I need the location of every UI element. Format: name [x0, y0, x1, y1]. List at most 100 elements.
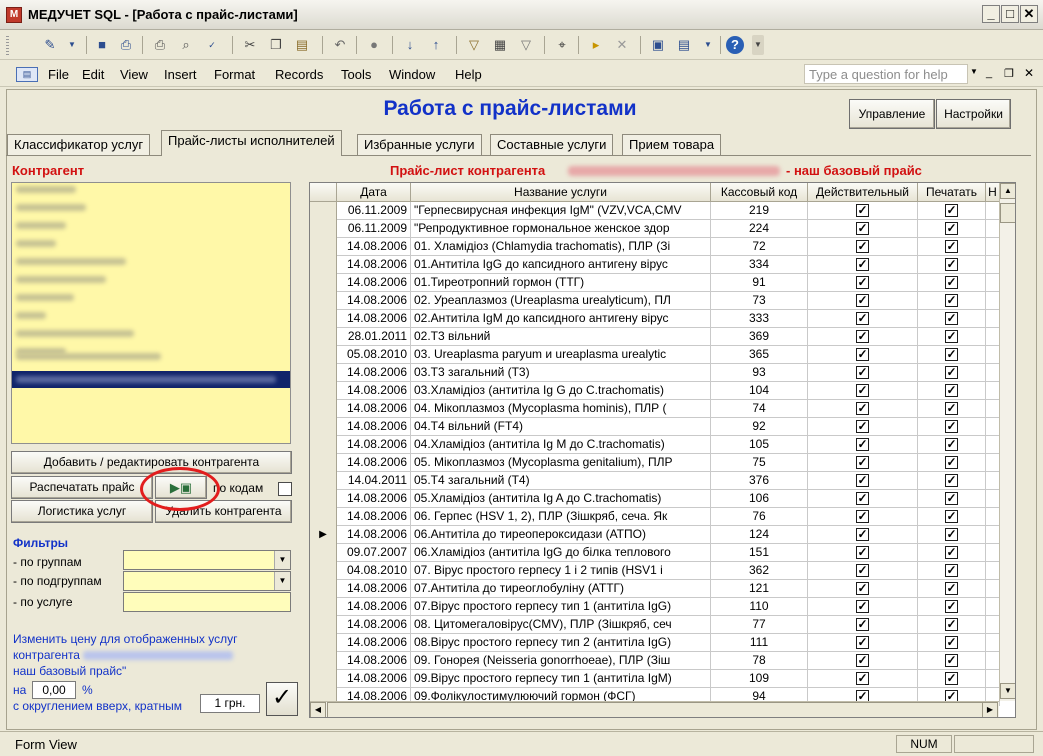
- cell-n[interactable]: [986, 436, 1000, 454]
- cell-service[interactable]: 01. Хламідіоз (Chlamydia trachomatis), П…: [411, 238, 711, 256]
- print-checkbox[interactable]: ✓: [945, 420, 958, 433]
- table-row[interactable]: 14.08.2006 01.Антитіла IgG до капсидного …: [310, 256, 1000, 274]
- row-selector[interactable]: [310, 616, 337, 634]
- cell-code[interactable]: 369: [711, 328, 808, 346]
- cell-code[interactable]: 77: [711, 616, 808, 634]
- cell-date[interactable]: 14.08.2006: [337, 454, 411, 472]
- valid-checkbox[interactable]: ✓: [856, 240, 869, 253]
- print-checkbox[interactable]: ✓: [945, 438, 958, 451]
- cell-n[interactable]: [986, 562, 1000, 580]
- menu-edit[interactable]: Edit: [82, 67, 104, 82]
- database-window-icon[interactable]: ▣: [648, 35, 668, 55]
- row-selector[interactable]: [310, 238, 337, 256]
- filter-by-form-icon[interactable]: ▦: [490, 35, 510, 55]
- cell-service[interactable]: 03.Т3 загальний (Т3): [411, 364, 711, 382]
- tab-performer-pricelists[interactable]: Прайс-листы исполнителей: [161, 130, 342, 156]
- valid-checkbox[interactable]: ✓: [856, 420, 869, 433]
- save-icon[interactable]: ■: [92, 35, 112, 55]
- view-dropdown-icon[interactable]: ▼: [62, 35, 82, 55]
- manage-button[interactable]: Управление: [849, 99, 935, 129]
- cell-code[interactable]: 110: [711, 598, 808, 616]
- valid-checkbox[interactable]: ✓: [856, 600, 869, 613]
- table-row[interactable]: 04.08.2010 07. Вірус простого герпесу 1 і…: [310, 562, 1000, 580]
- cell-code[interactable]: 105: [711, 436, 808, 454]
- row-selector[interactable]: [310, 508, 337, 526]
- column-header-print[interactable]: Печатать: [918, 183, 986, 202]
- row-selector[interactable]: [310, 670, 337, 688]
- tab-favorite-services[interactable]: Избранные услуги: [357, 134, 482, 155]
- cell-date[interactable]: 14.08.2006: [337, 400, 411, 418]
- file-search-icon[interactable]: ⎙: [116, 35, 136, 55]
- tab-goods-receipt[interactable]: Прием товара: [622, 134, 722, 155]
- help-box-dropdown-icon[interactable]: ▼: [970, 67, 978, 76]
- cell-n[interactable]: [986, 634, 1000, 652]
- cell-n[interactable]: [986, 508, 1000, 526]
- valid-checkbox[interactable]: ✓: [856, 438, 869, 451]
- app-icon[interactable]: M: [6, 7, 22, 23]
- row-selector[interactable]: [310, 544, 337, 562]
- cell-n[interactable]: [986, 292, 1000, 310]
- row-selector-header[interactable]: [310, 183, 337, 202]
- cell-date[interactable]: 14.08.2006: [337, 310, 411, 328]
- row-selector[interactable]: [310, 220, 337, 238]
- cell-date[interactable]: 14.08.2006: [337, 418, 411, 436]
- cell-code[interactable]: 76: [711, 508, 808, 526]
- column-header-code[interactable]: Кассовый код: [711, 183, 808, 202]
- print-checkbox[interactable]: ✓: [945, 294, 958, 307]
- print-checkbox[interactable]: ✓: [945, 384, 958, 397]
- list-item[interactable]: [16, 258, 126, 265]
- cell-n[interactable]: [986, 652, 1000, 670]
- cell-date[interactable]: 14.08.2006: [337, 490, 411, 508]
- sort-descending-icon[interactable]: ↑: [426, 35, 446, 55]
- print-checkbox[interactable]: ✓: [945, 204, 958, 217]
- cell-n[interactable]: [986, 670, 1000, 688]
- column-header-n[interactable]: Н: [986, 183, 1000, 202]
- cell-n[interactable]: [986, 202, 1000, 220]
- office-links-icon[interactable]: ●: [364, 35, 384, 55]
- find-icon[interactable]: ⌖: [552, 35, 572, 55]
- print-checkbox[interactable]: ✓: [945, 276, 958, 289]
- cell-service[interactable]: 02.Т3 вільний: [411, 328, 711, 346]
- cell-service[interactable]: 07.Вірус простого герпесу тип 1 (антитіл…: [411, 598, 711, 616]
- cell-code[interactable]: 104: [711, 382, 808, 400]
- print-checkbox[interactable]: ✓: [945, 222, 958, 235]
- cut-icon[interactable]: ✂: [240, 35, 260, 55]
- cell-n[interactable]: [986, 220, 1000, 238]
- cell-date[interactable]: 14.08.2006: [337, 292, 411, 310]
- cell-n[interactable]: [986, 490, 1000, 508]
- cell-date[interactable]: 09.07.2007: [337, 544, 411, 562]
- cell-code[interactable]: 365: [711, 346, 808, 364]
- tab-composite-services[interactable]: Составные услуги: [490, 134, 614, 155]
- row-selector[interactable]: [310, 652, 337, 670]
- list-item[interactable]: [16, 330, 134, 337]
- table-row[interactable]: 14.08.2006 05. Мікоплазмоз (Mycoplasma ge…: [310, 454, 1000, 472]
- scroll-thumb[interactable]: [1000, 203, 1015, 223]
- menu-format[interactable]: Format: [214, 67, 255, 82]
- row-selector[interactable]: [310, 328, 337, 346]
- print-checkbox[interactable]: ✓: [945, 672, 958, 685]
- table-row[interactable]: 14.08.2006 05.Хламідіоз (антитіла Ig A до…: [310, 490, 1000, 508]
- cell-n[interactable]: [986, 364, 1000, 382]
- cell-service[interactable]: 01.Тиреотропний гормон (ТТГ): [411, 274, 711, 292]
- cell-n[interactable]: [986, 418, 1000, 436]
- cell-service[interactable]: 06.Антитіла до тиреопероксидази (АТПО): [411, 526, 711, 544]
- row-selector[interactable]: [310, 346, 337, 364]
- table-row[interactable]: 14.08.2006 09. Гонорея (Neisseria gonorrh…: [310, 652, 1000, 670]
- valid-checkbox[interactable]: ✓: [856, 222, 869, 235]
- menu-help[interactable]: Help: [455, 67, 482, 82]
- row-selector[interactable]: [310, 292, 337, 310]
- cell-date[interactable]: 14.08.2006: [337, 436, 411, 454]
- cell-service[interactable]: 05. Мікоплазмоз (Mycoplasma genitalium),…: [411, 454, 711, 472]
- row-selector[interactable]: [310, 472, 337, 490]
- menu-tools[interactable]: Tools: [341, 67, 371, 82]
- print-checkbox[interactable]: ✓: [945, 348, 958, 361]
- vertical-scrollbar[interactable]: ▲ ▼: [999, 183, 1015, 701]
- cell-code[interactable]: 91: [711, 274, 808, 292]
- cell-code[interactable]: 362: [711, 562, 808, 580]
- print-checkbox[interactable]: ✓: [945, 546, 958, 559]
- cell-date[interactable]: 14.08.2006: [337, 526, 411, 544]
- row-selector[interactable]: [310, 490, 337, 508]
- scroll-right-icon[interactable]: ▶: [982, 702, 998, 717]
- cell-n[interactable]: [986, 526, 1000, 544]
- table-row[interactable]: 14.08.2006 07.Вірус простого герпесу тип …: [310, 598, 1000, 616]
